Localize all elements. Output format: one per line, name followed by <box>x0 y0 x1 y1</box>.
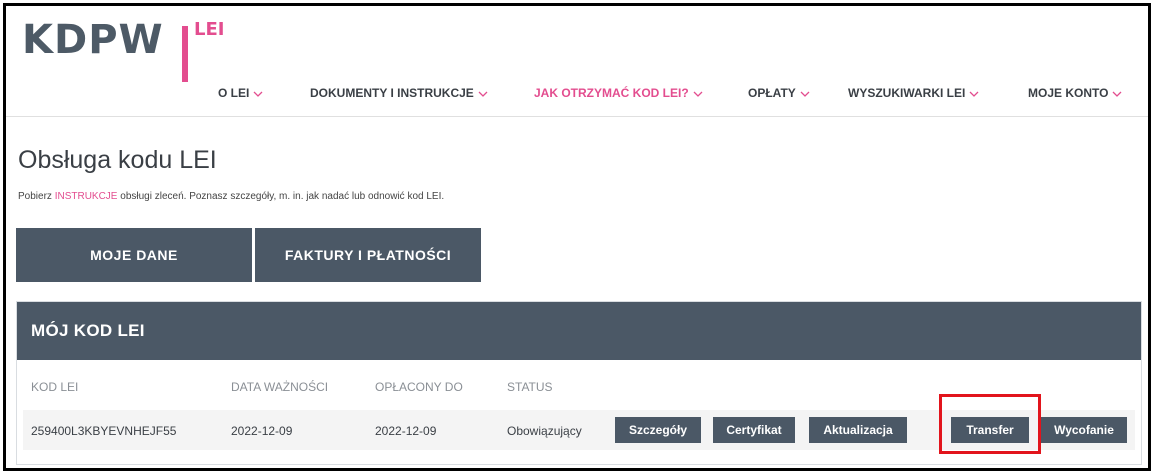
status-cell: Obowiązujący <box>507 424 582 438</box>
logo-bar <box>182 26 188 82</box>
logo-product-text: LEI <box>194 19 225 40</box>
wycofanie-button[interactable]: Wycofanie <box>1041 417 1127 443</box>
column-header-status: STATUS <box>507 380 553 394</box>
chevron-down-icon <box>1113 91 1122 97</box>
page-frame: KDPW LEI O LEI DOKUMENTY I INSTRUKCJE JA… <box>3 3 1151 471</box>
nav-item-label: OPŁATY <box>748 86 796 100</box>
logo-brand-text: KDPW <box>22 17 164 63</box>
lei-code-cell: 259400L3KBYEVNHEJF55 <box>31 424 177 438</box>
intro-prefix: Pobierz <box>18 191 55 202</box>
nav-item-label: WYSZUKIWARKI LEI <box>848 86 966 100</box>
szczegoly-button[interactable]: Szczegóły <box>615 417 701 443</box>
nav-item-wyszukiwarki[interactable]: WYSZUKIWARKI LEI <box>848 86 979 100</box>
instrukcje-link[interactable]: INSTRUKCJE <box>55 191 118 202</box>
chevron-down-icon <box>693 91 703 97</box>
aktualizacja-button[interactable]: Aktualizacja <box>809 417 907 443</box>
lei-panel-title: MÓJ KOD LEI <box>17 302 1141 360</box>
chevron-down-icon <box>478 91 488 97</box>
nav-item-label: MOJE KONTO <box>1028 86 1109 100</box>
column-header-kod-lei: KOD LEI <box>31 380 79 394</box>
certyfikat-button[interactable]: Certyfikat <box>713 417 795 443</box>
lei-panel: MÓJ KOD LEI KOD LEI DATA WAŻNOŚCI OPŁACO… <box>16 301 1142 465</box>
nav-item-label: DOKUMENTY I INSTRUKCJE <box>310 86 474 100</box>
tab-faktury-platnosci[interactable]: FAKTURY I PŁATNOŚCI <box>255 228 481 282</box>
column-header-oplacony-do: OPŁACONY DO <box>375 380 463 394</box>
paid-until-cell: 2022-12-09 <box>375 424 437 438</box>
nav-item-label: O LEI <box>218 86 250 100</box>
tab-moje-dane[interactable]: MOJE DANE <box>16 228 252 282</box>
chevron-down-icon <box>969 91 979 97</box>
chevron-down-icon <box>800 91 810 97</box>
intro-suffix: obsługi zleceń. Poznasz szczegóły, m. in… <box>117 191 445 202</box>
validity-date-cell: 2022-12-09 <box>231 424 293 438</box>
column-header-data-waznosci: DATA WAŻNOŚCI <box>231 380 329 394</box>
intro-text: Pobierz INSTRUKCJE obsługi zleceń. Pozna… <box>18 191 444 202</box>
nav-item-o-lei[interactable]: O LEI <box>218 86 263 100</box>
nav-item-dokumenty[interactable]: DOKUMENTY I INSTRUKCJE <box>310 86 488 100</box>
transfer-highlight-box <box>939 394 1041 454</box>
table-row: 259400L3KBYEVNHEJF55 2022-12-09 2022-12-… <box>23 394 1135 454</box>
nav-item-label: JAK OTRZYMAĆ KOD LEI? <box>534 86 689 100</box>
page-title: Obsługa kodu LEI <box>18 146 217 174</box>
chevron-down-icon <box>253 91 263 97</box>
nav-item-moje-konto[interactable]: MOJE KONTO <box>1028 86 1122 100</box>
nav-item-oplaty[interactable]: OPŁATY <box>748 86 810 100</box>
nav-item-jak-otrzymac[interactable]: JAK OTRZYMAĆ KOD LEI? <box>534 86 703 100</box>
main-nav: O LEI DOKUMENTY I INSTRUKCJE JAK OTRZYMA… <box>6 86 1148 110</box>
nav-divider <box>6 116 1148 117</box>
